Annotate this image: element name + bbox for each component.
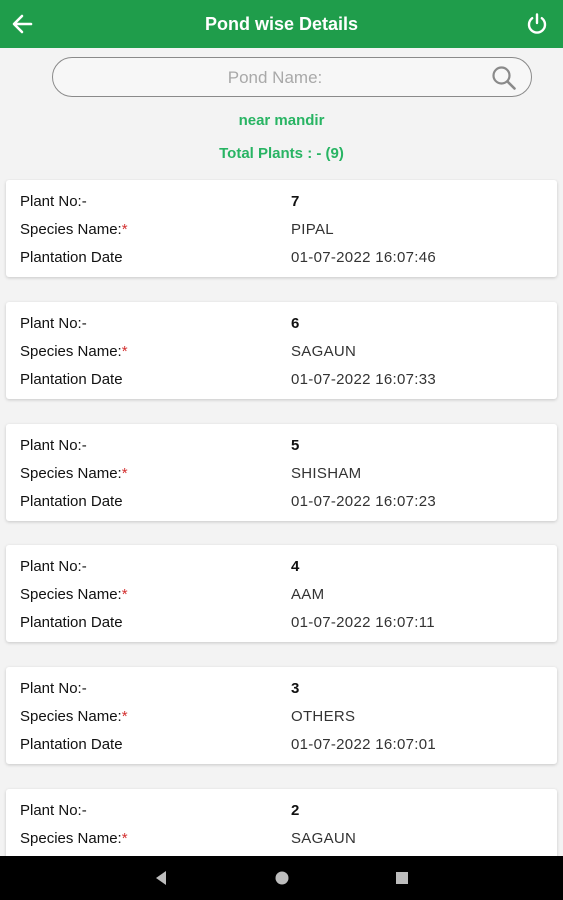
date-value: 01-07-2022 16:07:11: [291, 614, 435, 631]
species-row: Species Name:* SAGAUN: [20, 830, 547, 850]
date-label: Plantation Date: [20, 493, 123, 510]
nav-home-icon[interactable]: [272, 868, 292, 888]
back-button[interactable]: [8, 10, 36, 38]
plant-no-label: Plant No:-: [20, 802, 87, 819]
plant-no-row: Plant No:- 6: [20, 315, 547, 335]
species-label: Species Name:*: [20, 830, 128, 847]
plant-no-label: Plant No:-: [20, 193, 87, 210]
nav-recents-icon[interactable]: [392, 868, 412, 888]
required-mark: *: [121, 221, 128, 238]
species-value: SAGAUN: [291, 343, 357, 360]
pond-name-label: near mandir: [238, 112, 325, 129]
date-row: Plantation Date 01-07-2022 16:07:11: [20, 614, 547, 634]
power-icon: [527, 13, 547, 34]
page-title: Pond wise Details: [204, 13, 359, 34]
species-label: Species Name:*: [20, 708, 128, 725]
app-bar: Pond wise Details: [0, 0, 563, 48]
plant-no-value: 7: [291, 193, 300, 210]
plant-no-value: 6: [291, 315, 300, 332]
required-mark: *: [121, 586, 128, 603]
date-label: Plantation Date: [20, 614, 123, 631]
required-mark: *: [121, 830, 128, 847]
species-label: Species Name:*: [20, 221, 128, 238]
species-value: PIPAL: [291, 221, 334, 238]
species-label: Species Name:*: [20, 465, 128, 482]
species-row: Species Name:* OTHERS: [20, 708, 547, 728]
plant-no-value: 3: [291, 680, 300, 697]
species-value: SHISHAM: [291, 465, 362, 482]
nav-back-icon[interactable]: [151, 868, 171, 888]
species-label: Species Name:*: [20, 586, 128, 603]
date-value: 01-07-2022 16:07:33: [291, 371, 436, 388]
required-mark: *: [121, 708, 128, 725]
date-row: Plantation Date 01-07-2022 16:07:33: [20, 371, 547, 391]
date-row: Plantation Date 01-07-2022 16:07:01: [20, 736, 547, 756]
pond-search-box: [52, 57, 532, 97]
plant-no-row: Plant No:- 5: [20, 437, 547, 457]
plant-card[interactable]: Plant No:- 2 Species Name:* SAGAUN: [6, 789, 557, 856]
date-row: Plantation Date 01-07-2022 16:07:23: [20, 493, 547, 513]
plant-no-row: Plant No:- 2: [20, 802, 547, 822]
species-value: SAGAUN: [291, 830, 357, 847]
required-mark: *: [121, 343, 128, 360]
plant-no-row: Plant No:- 4: [20, 558, 547, 578]
date-value: 01-07-2022 16:07:01: [291, 736, 436, 753]
plant-list: Plant No:- 7 Species Name:* PIPAL Planta…: [0, 179, 563, 856]
plant-no-label: Plant No:-: [20, 315, 87, 332]
plant-no-value: 4: [291, 558, 300, 575]
plant-no-value: 5: [291, 437, 300, 454]
plant-card[interactable]: Plant No:- 7 Species Name:* PIPAL Planta…: [6, 180, 557, 277]
plant-no-value: 2: [291, 802, 300, 819]
plant-card[interactable]: Plant No:- 3 Species Name:* OTHERS Plant…: [6, 667, 557, 764]
arrow-left-icon: [12, 14, 33, 34]
species-row: Species Name:* PIPAL: [20, 221, 547, 241]
plant-no-label: Plant No:-: [20, 558, 87, 575]
species-row: Species Name:* AAM: [20, 586, 547, 606]
plant-no-row: Plant No:- 3: [20, 680, 547, 700]
total-plants-label: Total Plants : - (9): [219, 145, 344, 162]
date-row: Plantation Date 01-07-2022 16:07:46: [20, 249, 547, 269]
species-row: Species Name:* SAGAUN: [20, 343, 547, 363]
date-label: Plantation Date: [20, 736, 123, 753]
search-icon[interactable]: [491, 65, 517, 91]
plant-no-label: Plant No:-: [20, 437, 87, 454]
plant-card[interactable]: Plant No:- 4 Species Name:* AAM Plantati…: [6, 545, 557, 642]
species-row: Species Name:* SHISHAM: [20, 465, 547, 485]
date-label: Plantation Date: [20, 249, 123, 266]
plant-card[interactable]: Plant No:- 6 Species Name:* SAGAUN Plant…: [6, 302, 557, 399]
species-value: OTHERS: [291, 708, 356, 725]
plant-card[interactable]: Plant No:- 5 Species Name:* SHISHAM Plan…: [6, 424, 557, 521]
logout-button[interactable]: [523, 10, 551, 38]
species-value: AAM: [291, 586, 325, 603]
species-label: Species Name:*: [20, 343, 128, 360]
plant-no-row: Plant No:- 7: [20, 193, 547, 213]
date-value: 01-07-2022 16:07:46: [291, 249, 436, 266]
pond-name-input[interactable]: [73, 58, 477, 97]
system-nav-bar: [0, 856, 563, 900]
required-mark: *: [121, 465, 128, 482]
date-value: 01-07-2022 16:07:23: [291, 493, 436, 510]
plant-no-label: Plant No:-: [20, 680, 87, 697]
date-label: Plantation Date: [20, 371, 123, 388]
